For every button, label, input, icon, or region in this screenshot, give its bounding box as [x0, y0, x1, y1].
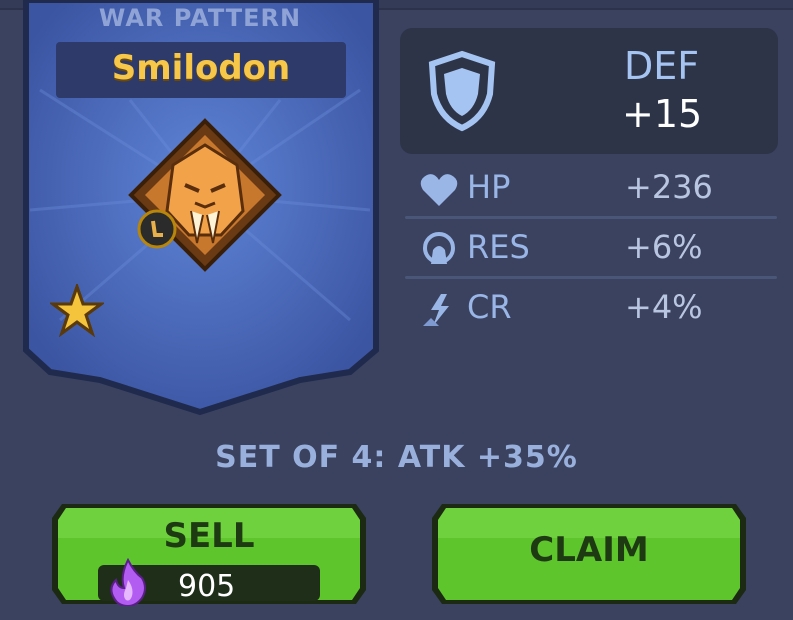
star-icon	[50, 284, 338, 340]
shield-icon	[426, 50, 498, 132]
stat-divider	[405, 276, 777, 279]
star-icon	[50, 284, 222, 340]
resistance-icon	[419, 232, 459, 268]
main-stat-label: DEF	[624, 44, 700, 88]
claim-button[interactable]: CLAIM	[428, 498, 750, 610]
banner-header: WAR PATTERN	[98, 4, 302, 32]
claim-button-label: CLAIM	[529, 530, 649, 570]
crit-icon	[419, 292, 459, 328]
stat-row-res: RES +6%	[405, 220, 777, 276]
stat-row-hp: HP +236	[405, 160, 777, 216]
stat-label: CR	[467, 288, 512, 326]
smilodon-emblem-icon	[125, 115, 285, 275]
stat-value: +4%	[625, 288, 703, 326]
star-rating	[50, 284, 338, 340]
stat-value: +236	[625, 168, 713, 206]
star-icon	[50, 284, 164, 340]
sell-button-label: SELL	[163, 516, 255, 556]
stat-label: RES	[467, 228, 530, 266]
sell-price-value: 905	[178, 569, 236, 604]
pattern-name: Smilodon	[111, 48, 291, 88]
stat-row-cr: CR +4%	[405, 280, 777, 336]
main-stat-value: +15	[622, 92, 703, 136]
main-stat-box: DEF +15	[400, 28, 778, 154]
stat-value: +6%	[625, 228, 703, 266]
flame-icon	[108, 558, 148, 606]
stat-label: HP	[467, 168, 511, 206]
stat-divider	[405, 216, 777, 219]
sell-button[interactable]: SELL 905	[48, 498, 370, 610]
war-pattern-banner: WAR PATTERN Smilodon	[0, 0, 400, 420]
set-bonus-text: SET OF 4: ATK +35%	[215, 440, 578, 475]
heart-icon	[419, 172, 459, 208]
star-icon	[50, 284, 280, 340]
